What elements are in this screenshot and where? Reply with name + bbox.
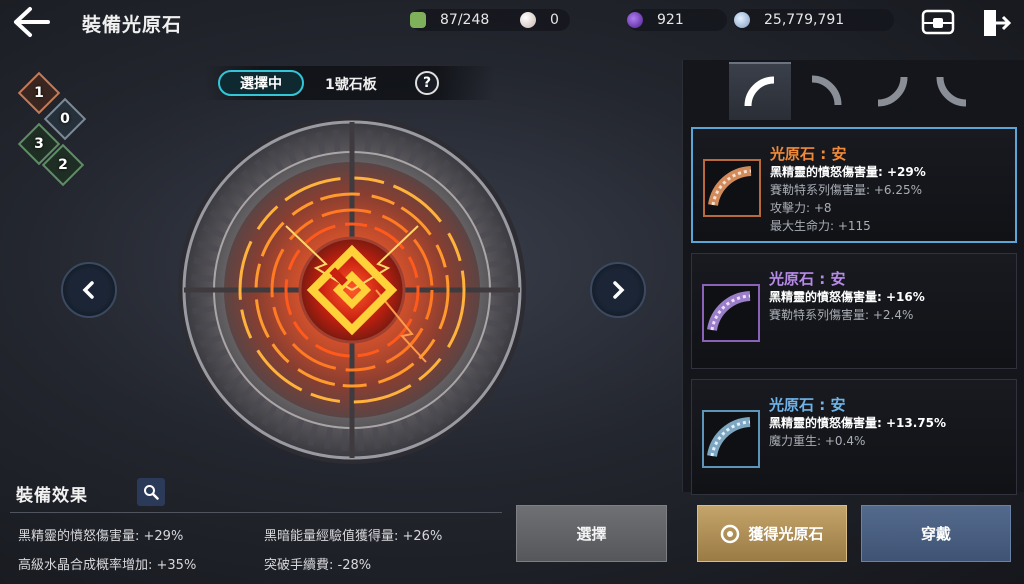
equip-button[interactable]: 穿戴 [861, 505, 1011, 562]
stone-name: 光原石 : 安 [770, 145, 847, 163]
stone-thumbnail [702, 284, 760, 342]
arc-slot-bottom-left-icon [877, 76, 908, 107]
search-icon[interactable] [137, 478, 165, 506]
stamina-value: 87/248 [440, 12, 490, 28]
help-icon[interactable]: ? [415, 71, 439, 95]
next-board-button[interactable] [590, 262, 646, 318]
stone-stat: 賽勒特系列傷害量: +6.25% [770, 183, 923, 197]
stone-thumbnail [702, 410, 760, 468]
tab-slot-3[interactable] [859, 62, 921, 120]
top-bar: 裝備光原石 87/248 0 921 25,779,791 [0, 0, 1024, 44]
stone-card[interactable]: 光原石 : 安 黑精靈的憤怒傷害量: +13.75% 魔力重生: +0.4% [691, 379, 1017, 495]
dark-essence-icon [627, 12, 643, 28]
slot-tabs [683, 60, 1024, 120]
gem-count: 2 [58, 157, 68, 173]
stone-stat: 黑精靈的憤怒傷害量: +13.75% [769, 416, 947, 430]
stone-card[interactable]: 光原石 : 安 黑精靈的憤怒傷害量: +16% 賽勒特系列傷害量: +2.4% [691, 253, 1017, 369]
stone-board[interactable] [176, 114, 528, 466]
pearl-value: 0 [550, 12, 559, 28]
gem-count: 1 [34, 85, 44, 101]
mailbox-icon[interactable] [921, 9, 955, 35]
tab-slot-2[interactable] [795, 62, 857, 120]
exit-icon[interactable] [980, 7, 1012, 39]
stone-inventory-panel: 光原石 : 安 黑精靈的憤怒傷害量: +29% 賽勒特系列傷害量: +6.25%… [682, 60, 1024, 495]
stone-stat: 黑精靈的憤怒傷害量: +29% [770, 165, 926, 179]
board-name: 1號石板 [325, 77, 377, 93]
tab-slot-4[interactable] [923, 62, 985, 120]
divider [10, 512, 502, 513]
silver-value: 25,779,791 [764, 12, 845, 28]
effect-item: 高級水晶合成概率增加: +35% [18, 558, 197, 573]
gem-count: 3 [34, 136, 44, 152]
stone-name: 光原石 : 安 [769, 270, 846, 288]
stone-stat: 黑精靈的憤怒傷害量: +16% [769, 290, 925, 304]
gem-count: 0 [60, 111, 70, 127]
back-arrow-icon[interactable] [12, 6, 52, 38]
silver-counter: 25,779,791 [734, 9, 894, 31]
board-selector: 選擇中 1號石板 ? [205, 66, 495, 100]
stamina-icon [410, 12, 426, 28]
stone-card[interactable]: 光原石 : 安 黑精靈的憤怒傷害量: +29% 賽勒特系列傷害量: +6.25%… [691, 127, 1017, 243]
page-title: 裝備光原石 [82, 14, 183, 36]
previous-board-button[interactable] [61, 262, 117, 318]
target-icon [721, 524, 740, 543]
pearl-icon [520, 12, 536, 28]
stone-name: 光原石 : 安 [769, 396, 846, 414]
tab-slot-1[interactable] [729, 62, 791, 120]
effect-item: 黑精靈的憤怒傷害量: +29% [18, 529, 184, 544]
stone-stat: 最大生命力: +115 [770, 219, 871, 233]
silver-coin-icon [734, 12, 750, 28]
effect-item: 黑暗能量經驗值獲得量: +26% [264, 529, 443, 544]
selected-badge[interactable]: 選擇中 [218, 70, 304, 96]
stone-stat: 攻擊力: +8 [770, 201, 832, 215]
select-button[interactable]: 選擇 [516, 505, 667, 562]
stone-stat: 賽勒特系列傷害量: +2.4% [769, 308, 914, 322]
stone-stat: 魔力重生: +0.4% [769, 434, 866, 448]
pearl-counter: 0 [520, 9, 616, 31]
arc-slot-top-right-icon [811, 75, 842, 106]
effects-title: 裝備效果 [16, 486, 88, 506]
dark-essence-value: 921 [657, 12, 684, 28]
arc-slot-bottom-right-icon [936, 76, 967, 107]
dark-essence-counter: 921 [627, 9, 727, 31]
obtain-stone-button[interactable]: 獲得光原石 [697, 505, 847, 562]
arc-slot-top-left-icon [744, 76, 775, 107]
obtain-stone-label: 獲得光原石 [748, 525, 824, 543]
chevron-right-icon [613, 281, 625, 299]
effect-item: 突破手續費: -28% [264, 558, 372, 573]
chevron-left-icon [82, 281, 94, 299]
stone-thumbnail [703, 159, 761, 217]
